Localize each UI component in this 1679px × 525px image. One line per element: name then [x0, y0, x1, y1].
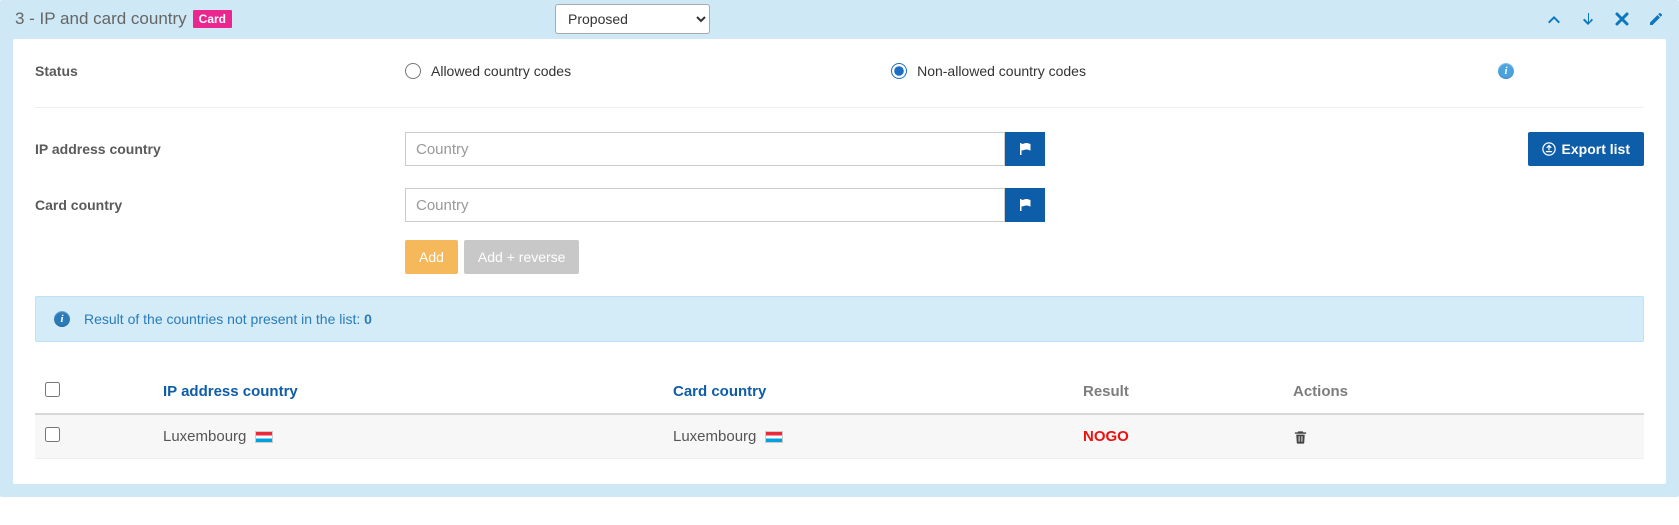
th-result: Result	[1075, 370, 1285, 414]
flag-icon	[1017, 141, 1033, 157]
cell-ip: Luxembourg	[155, 414, 665, 459]
result-alert: i Result of the countries not present in…	[35, 296, 1644, 342]
th-ip[interactable]: IP address country	[155, 370, 665, 414]
chevron-up-icon[interactable]	[1546, 11, 1562, 27]
countries-table: IP address country Card country Result A…	[35, 370, 1644, 459]
cell-actions	[1285, 414, 1644, 459]
radio-non-allowed-label: Non-allowed country codes	[917, 63, 1086, 79]
arrow-down-icon[interactable]	[1580, 11, 1596, 27]
export-list-button[interactable]: Export list	[1528, 132, 1644, 166]
status-radios: Allowed country codes Non-allowed countr…	[405, 63, 1644, 79]
cell-card: Luxembourg	[665, 414, 1075, 459]
card-badge: Card	[193, 10, 232, 28]
status-row: Status Allowed country codes Non-allowed…	[35, 57, 1644, 108]
status-label: Status	[35, 63, 405, 79]
luxembourg-flag-icon	[765, 431, 783, 443]
ip-flag-button[interactable]	[1005, 132, 1045, 166]
row-checkbox[interactable]	[45, 427, 60, 442]
header-actions	[1546, 11, 1664, 27]
card-flag-button[interactable]	[1005, 188, 1045, 222]
add-button[interactable]: Add	[405, 240, 458, 274]
radio-allowed-input[interactable]	[405, 63, 421, 79]
th-card[interactable]: Card country	[665, 370, 1075, 414]
select-all-checkbox[interactable]	[45, 382, 60, 397]
export-icon	[1542, 142, 1556, 156]
trash-icon[interactable]	[1293, 429, 1636, 445]
card-country-row: Card country	[35, 188, 1644, 222]
th-actions: Actions	[1285, 370, 1644, 414]
ip-country-label: IP address country	[35, 141, 405, 157]
cell-result: NOGO	[1075, 414, 1285, 459]
rule-panel: 3 - IP and card country Card Proposed	[0, 0, 1679, 497]
pencil-icon[interactable]	[1648, 11, 1664, 27]
export-label: Export list	[1562, 141, 1630, 157]
add-reverse-button: Add + reverse	[464, 240, 580, 274]
info-icon: i	[1498, 63, 1514, 79]
panel-body: Status Allowed country codes Non-allowed…	[13, 39, 1666, 484]
radio-allowed-label: Allowed country codes	[431, 63, 571, 79]
close-icon[interactable]	[1614, 11, 1630, 27]
add-buttons: Add Add + reverse	[405, 240, 1644, 274]
ip-country-input[interactable]	[405, 132, 1005, 166]
state-select[interactable]: Proposed	[555, 4, 710, 34]
ip-country-row: IP address country Export list	[35, 132, 1644, 166]
alert-text: Result of the countries not present in t…	[84, 311, 372, 327]
panel-header: 3 - IP and card country Card Proposed	[1, 1, 1678, 39]
radio-non-allowed-input[interactable]	[891, 63, 907, 79]
luxembourg-flag-icon	[255, 431, 273, 443]
card-country-input[interactable]	[405, 188, 1005, 222]
radio-non-allowed[interactable]: Non-allowed country codes	[891, 63, 1086, 79]
status-info[interactable]: i	[1498, 63, 1514, 79]
info-icon: i	[54, 311, 70, 327]
panel-title: 3 - IP and card country	[15, 9, 187, 29]
state-select-wrap: Proposed	[555, 4, 710, 34]
table-row: Luxembourg Luxembourg NOGO	[35, 414, 1644, 459]
card-input-group	[405, 188, 1045, 222]
ip-input-group	[405, 132, 1045, 166]
flag-icon	[1017, 197, 1033, 213]
card-country-label: Card country	[35, 197, 405, 213]
radio-allowed[interactable]: Allowed country codes	[405, 63, 571, 79]
